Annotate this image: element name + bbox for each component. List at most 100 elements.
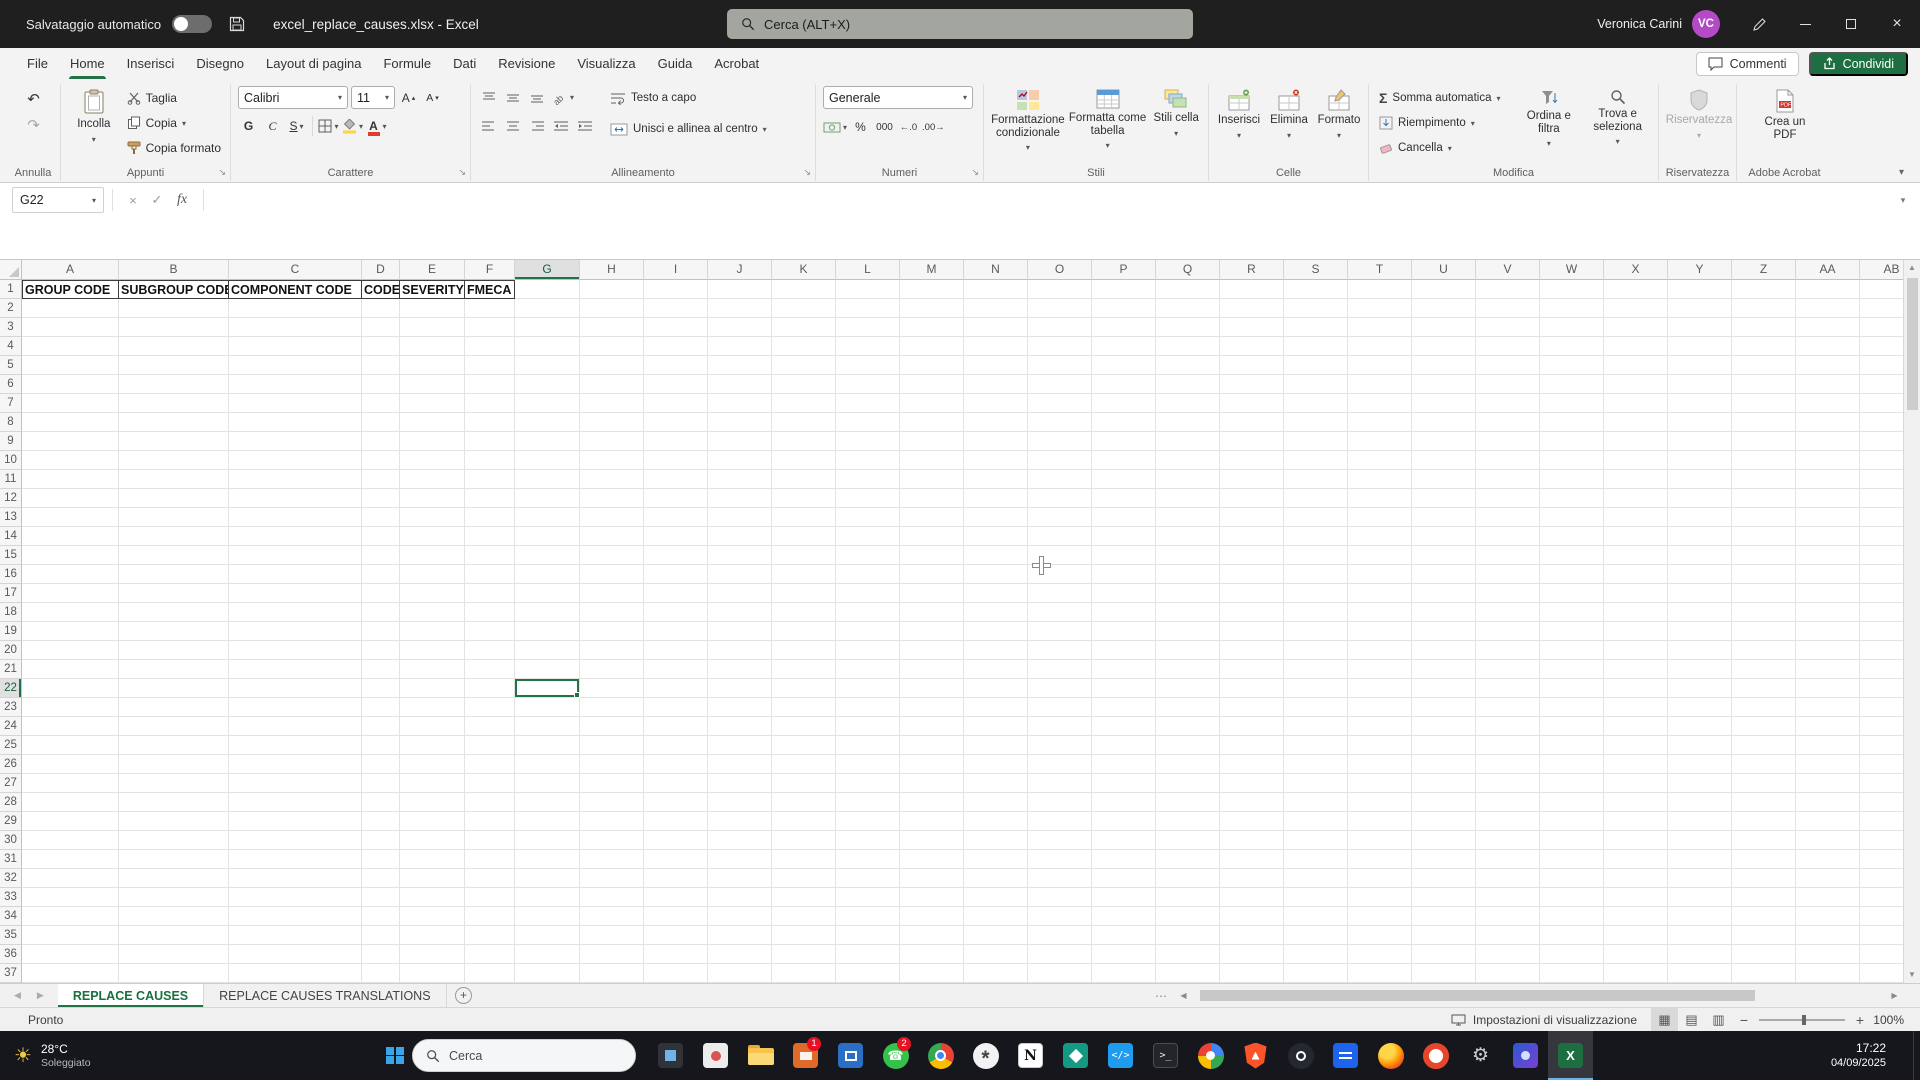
cell-U31[interactable] bbox=[1412, 850, 1476, 869]
cell-S13[interactable] bbox=[1284, 508, 1348, 527]
cell-N17[interactable] bbox=[964, 584, 1028, 603]
cell-Y34[interactable] bbox=[1668, 907, 1732, 926]
cell-W17[interactable] bbox=[1540, 584, 1604, 603]
column-header-AB[interactable]: AB bbox=[1860, 260, 1903, 280]
cell-H21[interactable] bbox=[580, 660, 644, 679]
cell-U17[interactable] bbox=[1412, 584, 1476, 603]
cell-R18[interactable] bbox=[1220, 603, 1284, 622]
cell-G30[interactable] bbox=[515, 831, 580, 850]
cell-AB34[interactable] bbox=[1860, 907, 1903, 926]
cell-Y32[interactable] bbox=[1668, 869, 1732, 888]
column-header-Y[interactable]: Y bbox=[1668, 260, 1732, 280]
cell-Z20[interactable] bbox=[1732, 641, 1796, 660]
cell-AA11[interactable] bbox=[1796, 470, 1860, 489]
cell-R37[interactable] bbox=[1220, 964, 1284, 983]
cell-N4[interactable] bbox=[964, 337, 1028, 356]
cell-J8[interactable] bbox=[708, 413, 772, 432]
cell-B13[interactable] bbox=[119, 508, 229, 527]
ribbon-tab-visualizza[interactable]: Visualizza bbox=[566, 48, 646, 79]
row-header-12[interactable]: 12 bbox=[0, 489, 22, 508]
cell-T15[interactable] bbox=[1348, 546, 1412, 565]
cell-E8[interactable] bbox=[400, 413, 465, 432]
cell-L37[interactable] bbox=[836, 964, 900, 983]
cell-J1[interactable] bbox=[708, 280, 772, 299]
cell-D25[interactable] bbox=[362, 736, 400, 755]
cell-N9[interactable] bbox=[964, 432, 1028, 451]
cell-F30[interactable] bbox=[465, 831, 515, 850]
cell-AA34[interactable] bbox=[1796, 907, 1860, 926]
cell-I3[interactable] bbox=[644, 318, 708, 337]
cell-Z15[interactable] bbox=[1732, 546, 1796, 565]
zoom-slider[interactable] bbox=[1759, 1014, 1845, 1025]
cell-N21[interactable] bbox=[964, 660, 1028, 679]
cell-B11[interactable] bbox=[119, 470, 229, 489]
cell-G10[interactable] bbox=[515, 451, 580, 470]
cell-H8[interactable] bbox=[580, 413, 644, 432]
cell-H17[interactable] bbox=[580, 584, 644, 603]
cell-R2[interactable] bbox=[1220, 299, 1284, 318]
cell-B28[interactable] bbox=[119, 793, 229, 812]
cell-W3[interactable] bbox=[1540, 318, 1604, 337]
cell-K9[interactable] bbox=[772, 432, 836, 451]
column-header-W[interactable]: W bbox=[1540, 260, 1604, 280]
cell-M19[interactable] bbox=[900, 622, 964, 641]
cell-D26[interactable] bbox=[362, 755, 400, 774]
cell-J4[interactable] bbox=[708, 337, 772, 356]
cell-G5[interactable] bbox=[515, 356, 580, 375]
row-header-11[interactable]: 11 bbox=[0, 470, 22, 489]
cell-G8[interactable] bbox=[515, 413, 580, 432]
column-header-D[interactable]: D bbox=[362, 260, 400, 280]
cell-V35[interactable] bbox=[1476, 926, 1540, 945]
cell-A17[interactable] bbox=[22, 584, 119, 603]
format-cells-button[interactable]: Formato ▾ bbox=[1316, 86, 1362, 142]
align-center-button[interactable] bbox=[502, 115, 523, 137]
cell-O2[interactable] bbox=[1028, 299, 1092, 318]
cell-AB18[interactable] bbox=[1860, 603, 1903, 622]
cell-U5[interactable] bbox=[1412, 356, 1476, 375]
cell-F26[interactable] bbox=[465, 755, 515, 774]
cell-Z2[interactable] bbox=[1732, 299, 1796, 318]
cell-X13[interactable] bbox=[1604, 508, 1668, 527]
cell-Q10[interactable] bbox=[1156, 451, 1220, 470]
cell-W22[interactable] bbox=[1540, 679, 1604, 698]
cell-V4[interactable] bbox=[1476, 337, 1540, 356]
cell-S37[interactable] bbox=[1284, 964, 1348, 983]
cell-O6[interactable] bbox=[1028, 375, 1092, 394]
cell-O22[interactable] bbox=[1028, 679, 1092, 698]
cell-P22[interactable] bbox=[1092, 679, 1156, 698]
cell-B3[interactable] bbox=[119, 318, 229, 337]
cell-G28[interactable] bbox=[515, 793, 580, 812]
cell-Q29[interactable] bbox=[1156, 812, 1220, 831]
cell-Q18[interactable] bbox=[1156, 603, 1220, 622]
column-header-H[interactable]: H bbox=[580, 260, 644, 280]
cell-Z29[interactable] bbox=[1732, 812, 1796, 831]
cell-A31[interactable] bbox=[22, 850, 119, 869]
cell-Z24[interactable] bbox=[1732, 717, 1796, 736]
cell-U13[interactable] bbox=[1412, 508, 1476, 527]
cell-C28[interactable] bbox=[229, 793, 362, 812]
cell-X19[interactable] bbox=[1604, 622, 1668, 641]
cell-V37[interactable] bbox=[1476, 964, 1540, 983]
cell-G6[interactable] bbox=[515, 375, 580, 394]
cell-S21[interactable] bbox=[1284, 660, 1348, 679]
cell-E27[interactable] bbox=[400, 774, 465, 793]
cell-I33[interactable] bbox=[644, 888, 708, 907]
cell-P1[interactable] bbox=[1092, 280, 1156, 299]
cell-M8[interactable] bbox=[900, 413, 964, 432]
cell-N33[interactable] bbox=[964, 888, 1028, 907]
ribbon-tab-dati[interactable]: Dati bbox=[442, 48, 487, 79]
cell-O37[interactable] bbox=[1028, 964, 1092, 983]
cell-I20[interactable] bbox=[644, 641, 708, 660]
cell-M20[interactable] bbox=[900, 641, 964, 660]
cell-H24[interactable] bbox=[580, 717, 644, 736]
cell-A15[interactable] bbox=[22, 546, 119, 565]
row-header-37[interactable]: 37 bbox=[0, 964, 22, 983]
cell-G3[interactable] bbox=[515, 318, 580, 337]
cell-D33[interactable] bbox=[362, 888, 400, 907]
cell-T34[interactable] bbox=[1348, 907, 1412, 926]
cell-D36[interactable] bbox=[362, 945, 400, 964]
cell-L34[interactable] bbox=[836, 907, 900, 926]
cell-M2[interactable] bbox=[900, 299, 964, 318]
cell-Q30[interactable] bbox=[1156, 831, 1220, 850]
cell-N1[interactable] bbox=[964, 280, 1028, 299]
